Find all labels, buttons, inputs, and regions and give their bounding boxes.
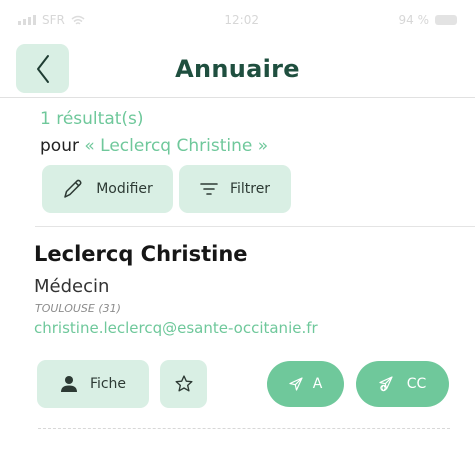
contact-role: Médecin xyxy=(34,276,110,297)
result-count: 1 résultat(s) xyxy=(40,109,144,129)
filter-button[interactable]: Filtrer xyxy=(179,165,291,213)
contact-name: Leclercq Christine xyxy=(34,242,248,266)
pencil-icon xyxy=(62,178,84,200)
send-icon xyxy=(289,377,303,391)
contact-city: TOULOUSE (31) xyxy=(35,302,121,315)
signal-icon xyxy=(18,15,36,25)
filter-label: Filtrer xyxy=(229,181,271,197)
battery-label: 94 % xyxy=(398,13,429,27)
send-to-label: A xyxy=(312,376,323,392)
carrier-label: SFR xyxy=(42,13,65,27)
fiche-label: Fiche xyxy=(89,376,127,392)
back-button[interactable] xyxy=(16,44,69,93)
wifi-icon xyxy=(71,15,85,26)
fiche-button[interactable]: Fiche xyxy=(37,360,149,408)
status-left: SFR xyxy=(18,13,85,27)
contact-email-link[interactable]: christine.leclercq@esante-occitanie.fr xyxy=(34,319,318,337)
divider xyxy=(38,428,450,429)
result-query-term: « Leclercq Christine » xyxy=(84,136,269,156)
favorite-button[interactable] xyxy=(160,360,207,408)
status-bar: SFR 12:02 94 % xyxy=(0,0,475,40)
header: Annuaire xyxy=(0,40,475,98)
app-screen: SFR 12:02 94 % Annuaire 1 résultat(s) po… xyxy=(0,0,475,451)
send-cc-button[interactable]: CC xyxy=(356,361,449,407)
divider xyxy=(35,226,475,227)
result-query: pour « Leclercq Christine » xyxy=(40,136,268,156)
status-right: 94 % xyxy=(398,13,457,27)
send-to-button[interactable]: A xyxy=(267,361,344,407)
status-time: 12:02 xyxy=(224,13,259,27)
user-icon xyxy=(60,375,78,393)
result-query-prefix: pour xyxy=(40,136,85,156)
star-icon xyxy=(174,374,194,394)
edit-search-button[interactable]: Modifier xyxy=(42,165,173,213)
page-title: Annuaire xyxy=(175,55,300,83)
battery-icon xyxy=(434,15,457,25)
send-add-icon xyxy=(379,376,397,392)
chevron-left-icon xyxy=(35,54,51,84)
edit-label: Modifier xyxy=(96,181,153,197)
filter-icon xyxy=(200,182,218,196)
send-cc-label: CC xyxy=(406,376,427,392)
